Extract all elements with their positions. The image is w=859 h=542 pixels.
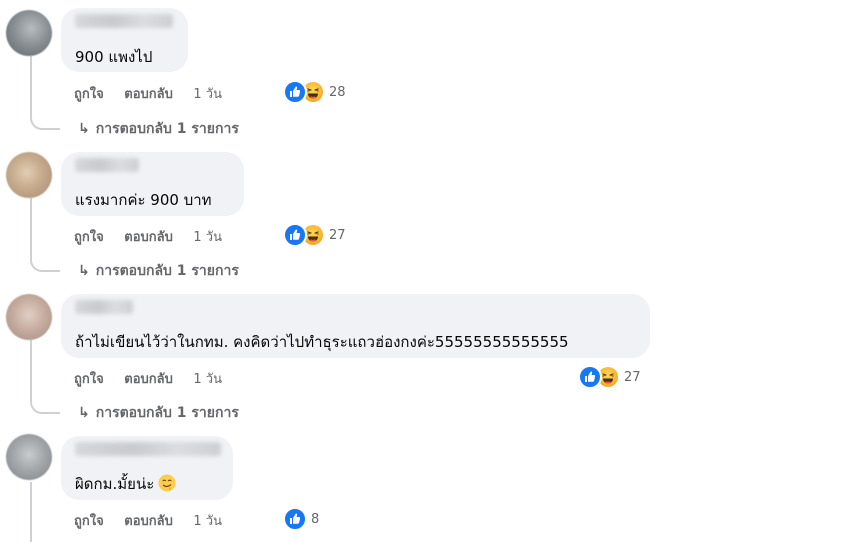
drooling-face-emoji-icon: [158, 474, 176, 496]
comment-actions: ถูกใจ ตอบกลับ 1 วัน: [74, 83, 222, 104]
comment-timestamp[interactable]: 1 วัน: [193, 368, 222, 389]
comment-timestamp[interactable]: 1 วัน: [193, 226, 222, 247]
like-button[interactable]: ถูกใจ: [74, 226, 104, 247]
thread-connector: [30, 258, 60, 272]
comment-actions: ถูกใจ ตอบกลับ 1 วัน: [74, 510, 222, 531]
author-name[interactable]: [75, 442, 221, 456]
comment-text: ถ้าไม่เขียนไว้ว่าในกทม. คงคิดว่าไปทำธุระ…: [75, 333, 569, 351]
comment-bubble: ผิดกม.มั้ยน่ะ: [61, 436, 233, 500]
reaction-summary[interactable]: 27: [578, 365, 641, 389]
comment-actions: ถูกใจ ตอบกลับ 1 วัน: [74, 368, 222, 389]
like-button[interactable]: ถูกใจ: [74, 83, 104, 104]
author-name[interactable]: [75, 14, 173, 28]
reply-arrow-icon: ↳: [78, 405, 90, 421]
thread-connector: [30, 116, 60, 130]
thread-line: [30, 198, 32, 258]
author-name[interactable]: [75, 158, 139, 172]
like-reaction-icon: [283, 507, 307, 531]
reaction-summary[interactable]: 27: [283, 223, 346, 247]
author-name[interactable]: [75, 300, 133, 314]
reply-arrow-icon: ↳: [78, 121, 90, 137]
comment-text: ผิดกม.มั้ยน่ะ: [75, 472, 176, 496]
view-replies-link[interactable]: ↳ การตอบกลับ 1 รายการ: [78, 260, 239, 282]
comment-timestamp[interactable]: 1 วัน: [193, 510, 222, 531]
like-reaction-icon: [578, 365, 602, 389]
avatar[interactable]: [6, 434, 52, 480]
comment-bubble: 900 แพงไป: [61, 8, 188, 72]
avatar[interactable]: [6, 10, 52, 56]
comment-bubble: แรงมากค่ะ 900 บาท: [61, 152, 244, 216]
reply-button[interactable]: ตอบกลับ: [124, 368, 173, 389]
like-button[interactable]: ถูกใจ: [74, 510, 104, 531]
like-button[interactable]: ถูกใจ: [74, 368, 104, 389]
comment-bubble: ถ้าไม่เขียนไว้ว่าในกทม. คงคิดว่าไปทำธุระ…: [61, 294, 650, 358]
avatar[interactable]: [6, 294, 52, 340]
view-replies-label: การตอบกลับ 1 รายการ: [95, 121, 239, 137]
comment-text: แรงมากค่ะ 900 บาท: [75, 191, 212, 209]
view-replies-label: การตอบกลับ 1 รายการ: [95, 405, 239, 421]
reaction-summary[interactable]: 28: [283, 80, 346, 104]
reply-button[interactable]: ตอบกลับ: [124, 510, 173, 531]
comment-actions: ถูกใจ ตอบกลับ 1 วัน: [74, 226, 222, 247]
view-replies-link[interactable]: ↳ การตอบกลับ 1 รายการ: [78, 402, 239, 424]
like-reaction-icon: [283, 80, 307, 104]
reaction-count: 28: [329, 84, 346, 100]
avatar[interactable]: [6, 152, 52, 198]
thread-connector: [30, 400, 60, 414]
thread-line: [30, 56, 32, 116]
thread-line: [30, 482, 32, 542]
comment-text-body: ผิดกม.มั้ยน่ะ: [75, 475, 155, 493]
comment-timestamp[interactable]: 1 วัน: [193, 83, 222, 104]
reply-button[interactable]: ตอบกลับ: [124, 83, 173, 104]
reaction-count: 27: [329, 227, 346, 243]
reaction-count: 8: [311, 511, 320, 527]
comment-text: 900 แพงไป: [75, 48, 153, 66]
view-replies-label: การตอบกลับ 1 รายการ: [95, 263, 239, 279]
view-replies-link[interactable]: ↳ การตอบกลับ 1 รายการ: [78, 118, 239, 140]
reply-button[interactable]: ตอบกลับ: [124, 226, 173, 247]
reply-arrow-icon: ↳: [78, 263, 90, 279]
thread-line: [30, 340, 32, 400]
like-reaction-icon: [283, 223, 307, 247]
reaction-summary[interactable]: 8: [283, 507, 320, 531]
reaction-count: 27: [624, 369, 641, 385]
